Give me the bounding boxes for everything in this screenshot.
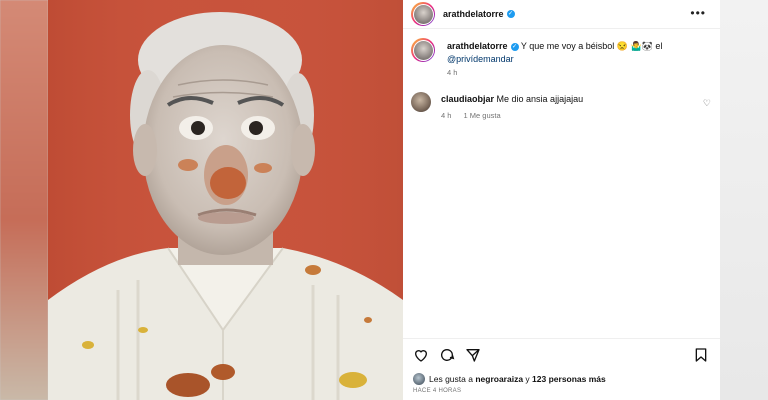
comment-body: claudiaobjar Me dio ansia ajjajajau — [441, 94, 583, 104]
verified-icon: ✓ — [510, 42, 519, 51]
comment-icon[interactable] — [439, 347, 455, 363]
author-username[interactable]: arathdelatorre — [443, 9, 504, 19]
verified-icon: ✓ — [506, 10, 515, 18]
share-icon[interactable] — [465, 347, 481, 363]
post-photo[interactable] — [48, 0, 403, 400]
heart-icon[interactable] — [413, 347, 429, 363]
caption-mention[interactable]: @privídemandar — [447, 54, 514, 64]
background-blur-left — [0, 0, 48, 400]
photo-illustration — [48, 0, 403, 400]
author-avatar[interactable] — [411, 2, 435, 26]
more-icon[interactable]: ••• — [690, 6, 706, 20]
likes-summary: Les gusta a negroaraiza y 123 personas m… — [413, 373, 606, 385]
post-side-panel: arathdelatorre ✓ ••• arathdelatorre ✓ Y q… — [403, 0, 720, 400]
commenter-username[interactable]: claudiaobjar — [441, 94, 494, 104]
caption-avatar[interactable] — [411, 38, 435, 62]
background-blur-right — [720, 0, 768, 400]
likes-connector: y — [525, 374, 530, 384]
caption-text: Y que me voy a béisbol 😒 🤷‍♂️🐼 el — [520, 41, 663, 51]
likes-others[interactable]: 123 personas más — [532, 374, 606, 384]
caption-time: 4 h — [447, 68, 458, 77]
caption-username[interactable]: arathdelatorre — [447, 41, 508, 51]
bookmark-icon[interactable] — [693, 347, 709, 363]
instagram-post: arathdelatorre ✓ ••• arathdelatorre ✓ Y q… — [48, 0, 720, 400]
liker-avatar — [413, 373, 425, 385]
comment-meta: 4 h 1 Me gusta — [441, 111, 501, 120]
likes-user[interactable]: negroaraiza — [475, 374, 523, 384]
action-bar — [403, 338, 720, 367]
comment-text: Me dio ansia ajjajajau — [496, 94, 584, 104]
comment-time: 4 h — [441, 111, 452, 120]
posted-ago: HACE 4 HORAS — [413, 388, 462, 394]
post-header: arathdelatorre ✓ ••• — [403, 0, 720, 29]
comment-likes[interactable]: 1 Me gusta — [464, 111, 501, 120]
likes-prefix: Les gusta a — [429, 374, 473, 384]
commenter-avatar[interactable] — [411, 92, 431, 112]
comment-like-icon[interactable]: ♡ — [703, 98, 711, 109]
caption-body: arathdelatorre ✓ Y que me voy a béisbol 😒… — [447, 40, 707, 79]
